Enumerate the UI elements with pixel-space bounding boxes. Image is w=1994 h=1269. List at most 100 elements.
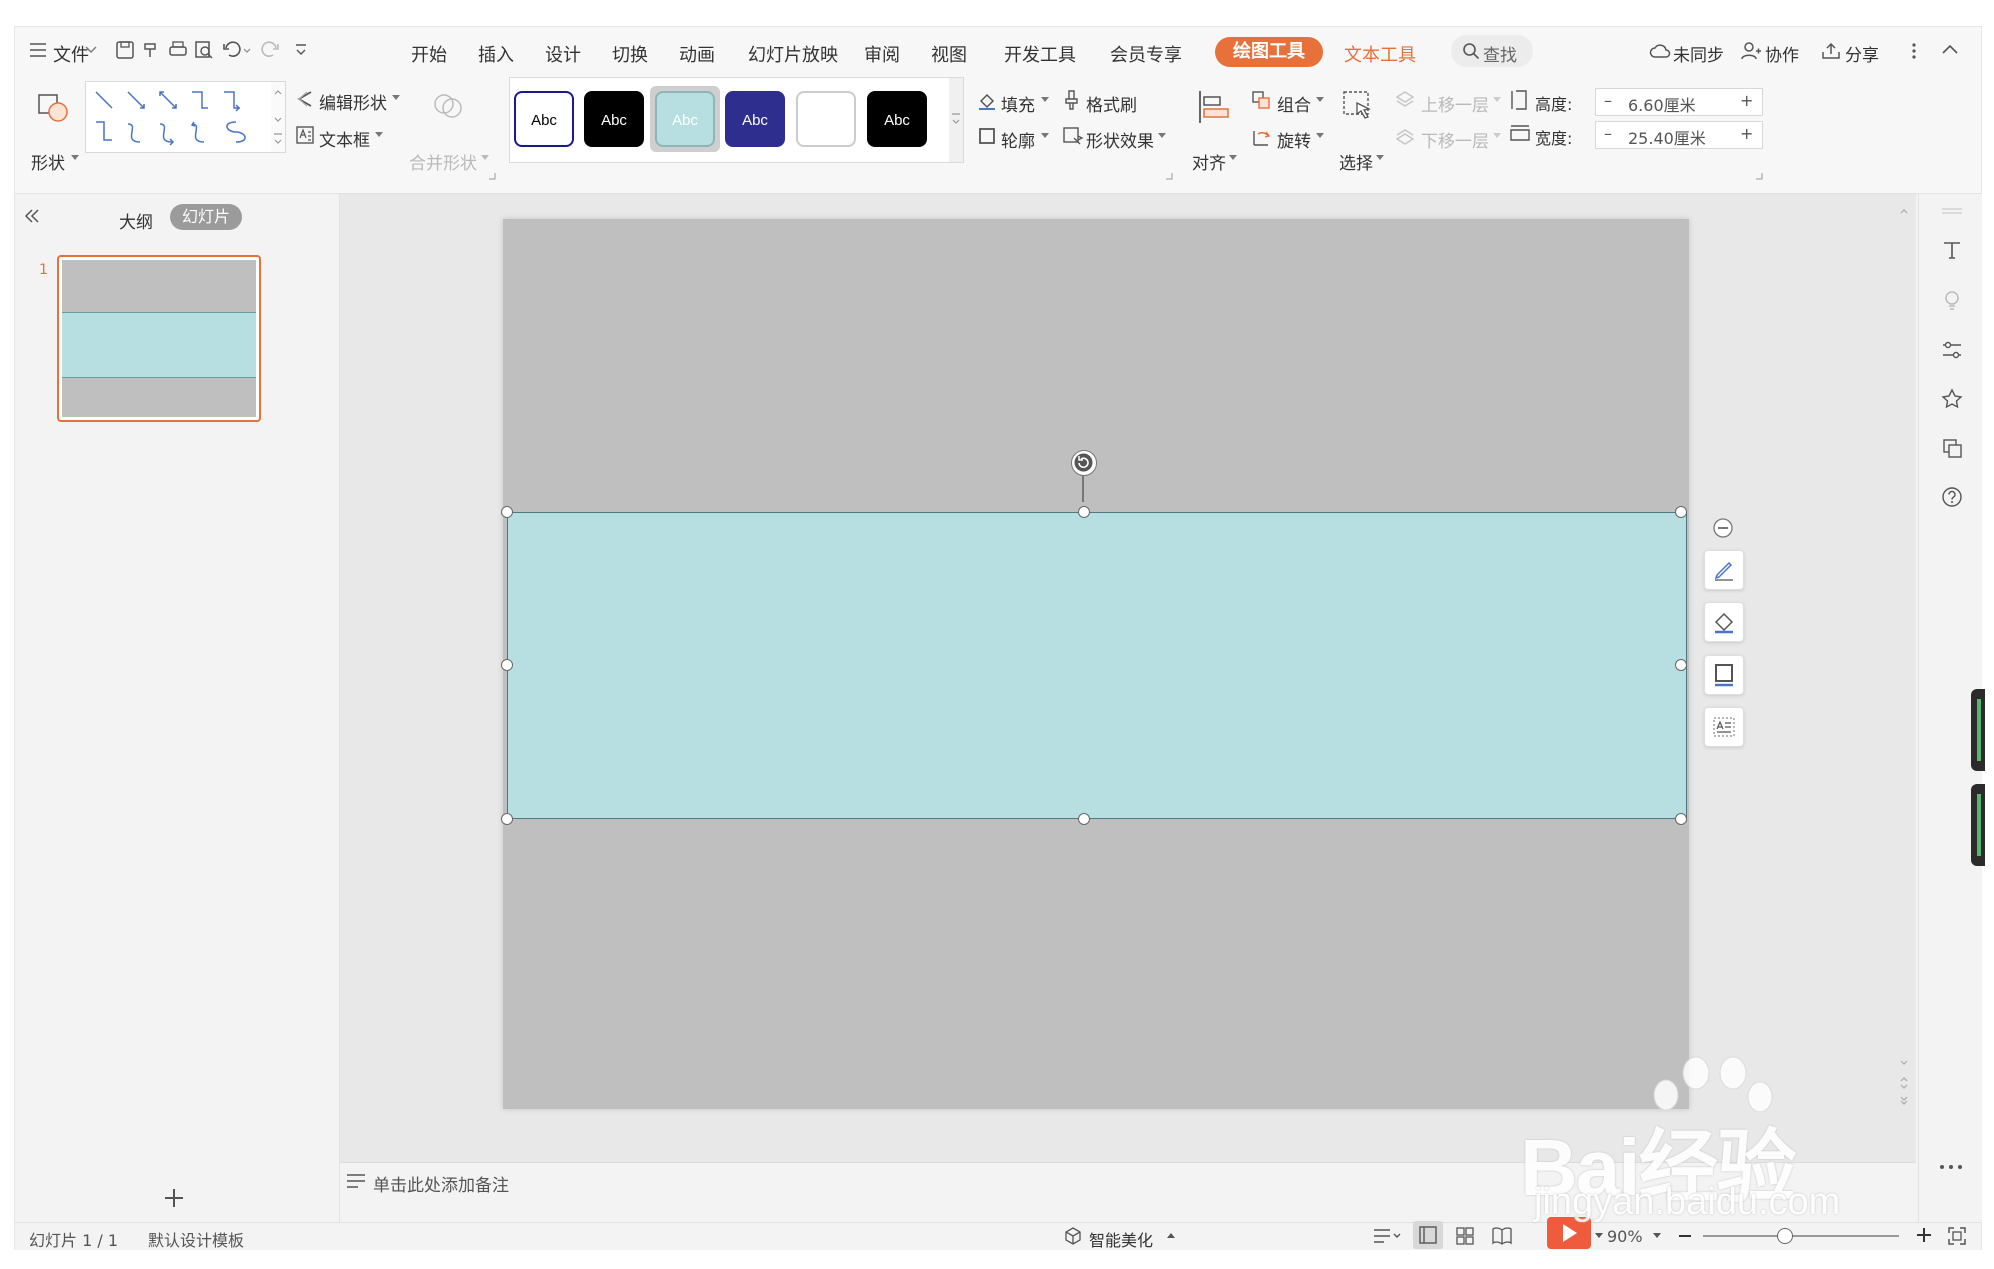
quick-fill-button[interactable] — [1704, 602, 1744, 642]
tab-animations[interactable]: 动画 — [679, 41, 715, 67]
format-painter-button[interactable]: 格式刷 — [1086, 91, 1137, 116]
tab-outline[interactable]: 大纲 — [119, 208, 153, 233]
outline-button[interactable]: 轮廓 — [1001, 127, 1035, 152]
select-icon[interactable] — [1341, 89, 1375, 125]
height-value[interactable]: 6.60厘米 — [1628, 92, 1696, 116]
rotate-icon[interactable] — [1251, 126, 1271, 148]
group-icon[interactable] — [1251, 90, 1271, 110]
merge-shape-button[interactable]: 合并形状 — [409, 149, 477, 174]
quick-style-button[interactable] — [1704, 550, 1744, 590]
fill-bucket-icon[interactable] — [977, 91, 997, 111]
notes-placeholder[interactable]: 单击此处添加备注 — [373, 1171, 509, 1196]
shape-style-swatch[interactable] — [796, 91, 856, 147]
tab-transitions[interactable]: 切换 — [612, 41, 648, 67]
print-icon[interactable] — [168, 40, 188, 60]
collapse-toolbar-icon[interactable] — [1712, 517, 1734, 539]
collapse-ribbon-icon[interactable] — [1941, 43, 1959, 55]
fit-to-window-icon[interactable] — [1947, 1226, 1967, 1246]
rotation-handle[interactable] — [1071, 450, 1097, 476]
tab-insert[interactable]: 插入 — [478, 41, 514, 67]
normal-view-button[interactable] — [1413, 1221, 1443, 1249]
align-icon[interactable] — [1196, 89, 1232, 125]
smart-beautify-icon[interactable] — [1063, 1226, 1083, 1246]
send-backward-icon[interactable] — [1395, 126, 1415, 146]
rotate-button[interactable]: 旋转 — [1277, 127, 1311, 152]
increment-icon[interactable]: + — [1740, 124, 1753, 143]
outline-icon[interactable] — [977, 126, 997, 146]
quick-text-wrap-button[interactable] — [1704, 707, 1744, 747]
increment-icon[interactable]: + — [1740, 91, 1753, 110]
lightbulb-icon[interactable] — [1941, 289, 1963, 311]
resize-handle-top-right[interactable] — [1675, 506, 1687, 518]
group-launcher-icon[interactable] — [1755, 172, 1763, 180]
zoom-in-icon[interactable] — [1915, 1226, 1933, 1244]
shape-style-swatch-selected[interactable]: Abc — [655, 91, 715, 147]
properties-icon[interactable] — [1941, 339, 1963, 361]
group-launcher-icon[interactable] — [1165, 172, 1173, 180]
animation-star-icon[interactable] — [1941, 388, 1963, 410]
file-menu[interactable]: 文件 — [53, 41, 89, 67]
format-brush-icon[interactable] — [1062, 89, 1082, 111]
resize-handle-right[interactable] — [1675, 659, 1687, 671]
zoom-out-icon[interactable] — [1677, 1227, 1693, 1245]
caret-down-icon[interactable] — [1595, 1233, 1603, 1239]
customize-quick-access-icon[interactable] — [294, 42, 308, 58]
shape-style-swatch[interactable]: Abc — [867, 91, 927, 147]
tab-home[interactable]: 开始 — [411, 41, 447, 67]
resize-handle-bottom[interactable] — [1078, 813, 1090, 825]
edit-shape-icon[interactable] — [295, 89, 315, 109]
slide-transition-icon[interactable] — [1941, 437, 1963, 459]
text-format-icon[interactable] — [1941, 239, 1963, 261]
notes-toggle-icon[interactable] — [1373, 1227, 1401, 1245]
tab-drawing-tools[interactable]: 绘图工具 — [1215, 37, 1323, 67]
text-box-button[interactable]: 文本框 — [319, 126, 370, 151]
more-options-icon[interactable] — [1911, 42, 1917, 60]
selected-rectangle-shape[interactable] — [507, 512, 1687, 819]
gallery-scroll[interactable] — [271, 81, 286, 153]
tab-slideshow[interactable]: 幻灯片放映 — [748, 41, 838, 67]
decrement-icon[interactable]: – — [1604, 91, 1612, 110]
line-shapes-gallery[interactable] — [85, 81, 273, 153]
group-launcher-icon[interactable] — [488, 172, 496, 180]
add-slide-icon[interactable] — [163, 1187, 185, 1209]
edit-shape-button[interactable]: 编辑形状 — [319, 89, 387, 114]
align-button[interactable]: 对齐 — [1192, 149, 1226, 174]
caret-down-icon[interactable] — [1316, 133, 1324, 139]
shape-style-swatch[interactable]: Abc — [514, 91, 574, 147]
caret-down-icon[interactable] — [1229, 155, 1237, 161]
tab-view[interactable]: 视图 — [931, 41, 967, 67]
style-gallery-scroll[interactable] — [949, 77, 964, 163]
save-icon[interactable] — [115, 40, 135, 60]
shape-style-swatch[interactable]: Abc — [584, 91, 644, 147]
bring-forward-icon[interactable] — [1395, 90, 1415, 110]
text-box-icon[interactable] — [295, 125, 315, 145]
zoom-slider-track[interactable] — [1703, 1235, 1899, 1237]
caret-up-icon[interactable] — [1167, 1233, 1175, 1239]
caret-down-icon[interactable] — [392, 95, 400, 101]
shape-insert-icon[interactable] — [35, 91, 71, 125]
undo-icon[interactable] — [222, 40, 252, 60]
caret-down-icon[interactable] — [1376, 155, 1384, 161]
select-button[interactable]: 选择 — [1339, 149, 1373, 174]
shape-label[interactable]: 形状 — [31, 149, 65, 174]
share-icon[interactable] — [1821, 42, 1841, 60]
share-button[interactable]: 分享 — [1845, 41, 1879, 66]
play-slideshow-button[interactable] — [1547, 1217, 1591, 1249]
smart-beautify-button[interactable]: 智能美化 — [1089, 1227, 1153, 1251]
height-input[interactable]: – 6.60厘米 + — [1595, 88, 1763, 116]
shape-effect-button[interactable]: 形状效果 — [1086, 127, 1154, 152]
chevron-down-icon[interactable] — [85, 45, 97, 55]
group-button[interactable]: 组合 — [1277, 91, 1311, 116]
quick-outline-button[interactable] — [1704, 655, 1744, 695]
fill-button[interactable]: 填充 — [1001, 91, 1035, 116]
print-preview-icon[interactable] — [194, 40, 214, 60]
merge-shape-icon[interactable] — [431, 89, 465, 123]
side-widget-tab[interactable] — [1971, 689, 1985, 771]
resize-handle-left[interactable] — [501, 659, 513, 671]
caret-down-icon[interactable] — [375, 132, 383, 138]
cloud-sync-icon[interactable] — [1649, 42, 1671, 60]
resize-handle-top-left[interactable] — [501, 506, 513, 518]
shape-effect-icon[interactable] — [1062, 126, 1084, 146]
collaborate-icon[interactable] — [1741, 42, 1761, 60]
caret-down-icon[interactable] — [1158, 133, 1166, 139]
